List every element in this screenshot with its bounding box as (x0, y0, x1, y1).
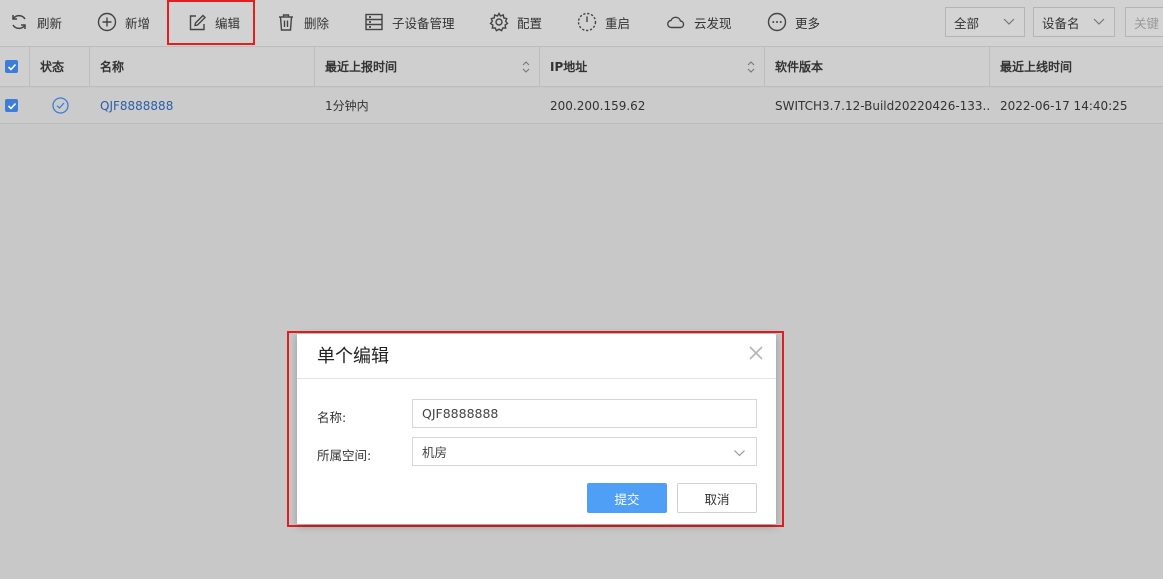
sort-icon[interactable] (746, 60, 756, 74)
dialog-title: 单个编辑 (317, 346, 389, 367)
row-checkbox[interactable] (0, 88, 30, 123)
check-icon (7, 63, 16, 71)
filter-field-value: 设备名 (1042, 15, 1080, 31)
software-cell: SWITCH3.7.12-Build20220426-133... (765, 88, 990, 123)
gear-icon (489, 12, 509, 32)
restart-button[interactable]: 重启 (577, 0, 630, 44)
keyword-placeholder: 关键 (1134, 15, 1160, 31)
column-label: 状态 (40, 60, 65, 74)
software-value: SWITCH3.7.12-Build20220426-133... (775, 98, 990, 113)
edit-button[interactable]: 编辑 (167, 0, 255, 45)
ip-cell: 200.200.159.62 (540, 88, 765, 123)
restart-icon (577, 12, 597, 32)
more-button[interactable]: 更多 (767, 0, 820, 44)
checkbox-checked (5, 99, 18, 112)
filter-field-select[interactable]: 设备名 (1033, 7, 1115, 37)
add-button[interactable]: 新增 (97, 0, 150, 44)
table-row[interactable]: QJF8888888 1分钟内 200.200.159.62 SWITCH3.7… (0, 88, 1163, 124)
dialog-divider (297, 378, 776, 379)
add-label: 新增 (125, 15, 151, 31)
cloud-discover-label: 云发现 (694, 15, 732, 31)
delete-label: 删除 (304, 15, 330, 31)
name-field-value: QJF8888888 (422, 406, 499, 421)
cloud-icon (667, 16, 685, 29)
column-label: 最近上报时间 (325, 60, 398, 74)
refresh-button[interactable]: 刷新 (9, 0, 62, 44)
edit-icon (189, 14, 206, 30)
edit-dialog: 单个编辑 名称: QJF8888888 所属空间: 机房 提交 取消 (297, 334, 776, 524)
name-cell[interactable]: QJF8888888 (90, 88, 315, 123)
config-label: 配置 (517, 15, 543, 31)
refresh-label: 刷新 (37, 15, 63, 31)
chevron-down-icon (1003, 18, 1015, 25)
checkbox-checked (5, 60, 18, 73)
select-all-checkbox[interactable] (0, 47, 30, 86)
status-cell (30, 88, 90, 123)
column-header-last-report[interactable]: 最近上报时间 (315, 47, 540, 86)
trash-icon (279, 14, 293, 31)
column-header-status[interactable]: 状态 (30, 47, 90, 86)
cancel-button[interactable]: 取消 (677, 483, 757, 513)
column-label: 最近上线时间 (1000, 60, 1073, 74)
column-label: 名称 (100, 60, 125, 74)
column-header-name[interactable]: 名称 (90, 47, 315, 86)
toolbar: 刷新 新增 编辑 删除 子设备管理 配置 重启 云发现 更多 全部 设备名 关键 (0, 0, 1163, 47)
check-icon (7, 102, 16, 110)
plus-circle-icon (97, 12, 117, 32)
table-header: 状态 名称 最近上报时间 IP地址 软件版本 最近上线时间 (0, 47, 1163, 87)
sub-device-label: 子设备管理 (392, 15, 455, 31)
sort-icon[interactable] (521, 60, 531, 74)
config-button[interactable]: 配置 (489, 0, 542, 44)
chevron-down-icon (734, 450, 745, 457)
last-report-value: 1分钟内 (325, 99, 369, 113)
last-online-value: 2022-06-17 14:40:25 (1000, 98, 1128, 113)
filter-all-select[interactable]: 全部 (945, 7, 1025, 37)
name-field[interactable]: QJF8888888 (412, 399, 757, 428)
column-header-software[interactable]: 软件版本 (765, 47, 990, 86)
chevron-down-icon (1093, 18, 1105, 25)
refresh-icon (12, 14, 26, 30)
restart-label: 重启 (605, 15, 631, 31)
last-online-cell: 2022-06-17 14:40:25 (990, 88, 1163, 123)
space-select[interactable]: 机房 (412, 437, 757, 466)
column-label: 软件版本 (775, 60, 824, 74)
sub-device-button[interactable]: 子设备管理 (364, 0, 455, 44)
column-header-last-online[interactable]: 最近上线时间 (990, 47, 1163, 86)
keyword-search-input[interactable]: 关键 (1125, 7, 1163, 37)
online-check-circle-icon (52, 97, 69, 114)
space-select-value: 机房 (422, 445, 448, 460)
column-label: IP地址 (550, 60, 588, 74)
ip-value: 200.200.159.62 (550, 98, 646, 113)
device-name-link[interactable]: QJF8888888 (100, 99, 173, 113)
more-label: 更多 (795, 15, 821, 31)
delete-button[interactable]: 删除 (276, 0, 329, 44)
close-icon[interactable] (748, 345, 764, 361)
list-panel-icon (365, 13, 383, 31)
space-field-label: 所属空间: (317, 448, 372, 463)
cloud-discover-button[interactable]: 云发现 (666, 0, 732, 44)
name-field-label: 名称: (317, 410, 347, 425)
last-report-cell: 1分钟内 (315, 88, 540, 123)
more-dots-icon (767, 12, 787, 32)
filter-all-value: 全部 (954, 15, 980, 31)
column-header-ip[interactable]: IP地址 (540, 47, 765, 86)
submit-button[interactable]: 提交 (587, 483, 667, 513)
edit-label: 编辑 (215, 16, 241, 31)
